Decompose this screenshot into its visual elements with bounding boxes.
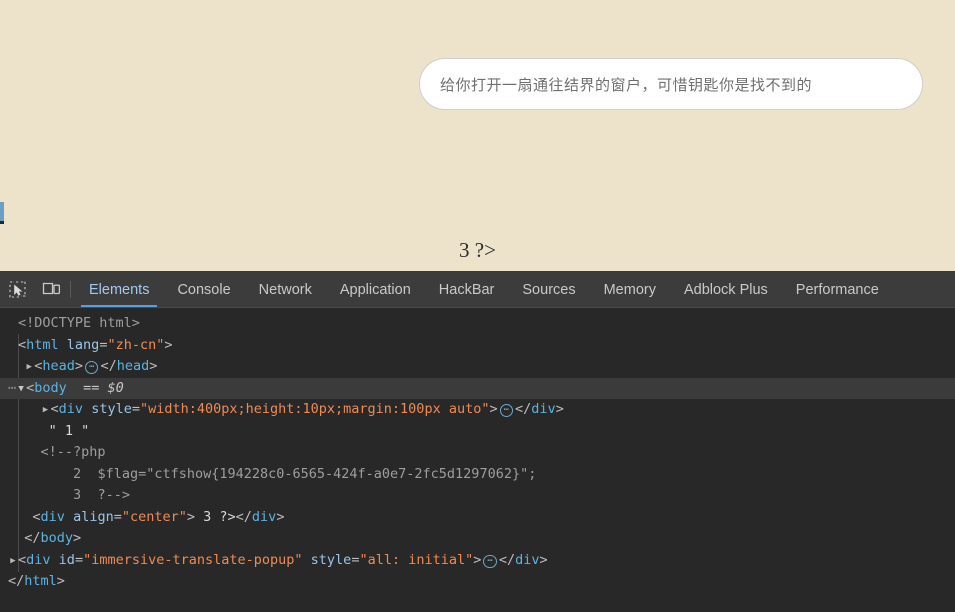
tab-label: Network <box>258 281 312 298</box>
expand-ellipsis-icon[interactable]: ⋯ <box>483 554 497 568</box>
head-tag-name: head <box>42 358 75 374</box>
speech-bubble-text: 给你打开一扇通往结界的窗户，可惜钥匙你是找不到的 <box>440 75 813 94</box>
div-tag-name: div <box>40 508 65 525</box>
popup-id-attr: id <box>58 551 75 568</box>
tab-label: Performance <box>795 281 879 298</box>
comment-flag-code: $flag="ctfshow{194228c0-6565-424f-a0e7-2… <box>97 465 537 482</box>
doctype-text: <!DOCTYPE html> <box>18 315 140 331</box>
comment-open-text: <!--?php <box>40 444 106 460</box>
comment-close-text: ?--> <box>97 487 130 503</box>
tab-sources[interactable]: Sources <box>508 272 589 307</box>
dom-node-html-close[interactable]: </html> <box>0 571 955 593</box>
device-toolbar-icon[interactable] <box>34 272 68 307</box>
dom-node-comment-line1[interactable]: <!--?php <box>0 442 955 464</box>
tab-console[interactable]: Console <box>163 272 244 307</box>
comment-line-number: 3 <box>73 487 82 503</box>
popup-style-value: "all: initial" <box>359 551 474 568</box>
dom-node-comment-line2[interactable]: 2 $flag="ctfshow{194228c0-6565-424f-a0e7… <box>0 464 955 486</box>
body-close-tag-name: body <box>40 530 74 546</box>
div-align-attr: align <box>73 508 114 525</box>
body-tag-name: body <box>34 379 67 396</box>
popup-style-attr: style <box>310 551 352 568</box>
speech-bubble: 给你打开一扇通往结界的窗户，可惜钥匙你是找不到的 <box>419 58 923 110</box>
dom-node-text[interactable]: " 1 " <box>0 421 955 443</box>
head-close-tag-name: head <box>116 358 150 374</box>
dom-tree[interactable]: <!DOCTYPE html> <html lang="zh-cn"> ▶ <he… <box>0 308 955 612</box>
dom-node-body[interactable]: ⋯ ▼ <body == $0 <box>0 377 955 399</box>
body-selected-marker: == $0 <box>83 379 124 396</box>
tab-hackbar[interactable]: HackBar <box>425 272 509 307</box>
tab-label: Adblock Plus <box>683 281 768 298</box>
text-node-value: " 1 " <box>48 422 90 439</box>
div-style-attr: style <box>91 401 132 417</box>
page-viewport: 给你打开一扇通往结界的窗户，可惜钥匙你是找不到的 3 ?> <box>0 0 955 271</box>
div-close-tag-name: div <box>251 508 277 525</box>
page-center-php-text: 3 ?> <box>459 238 496 262</box>
tab-label: Sources <box>522 281 576 298</box>
popup-id-value: "immersive-translate-popup" <box>83 551 303 568</box>
html-lang-value: "zh-cn" <box>107 336 165 353</box>
dom-node-comment-line3[interactable]: 3 ?--> <box>0 485 955 507</box>
dom-node-translate-popup[interactable]: ▶ <div id="immersive-translate-popup" sty… <box>0 550 955 572</box>
div-close-tag-name: div <box>515 551 540 568</box>
tab-network[interactable]: Network <box>245 272 326 307</box>
html-lang-attr: lang <box>66 336 100 353</box>
expand-ellipsis-icon[interactable]: ⋯ <box>499 404 514 417</box>
tab-adblock-plus[interactable]: Adblock Plus <box>670 272 782 307</box>
devtools-panel: Elements Console Network Application Hac… <box>0 271 955 612</box>
div-close-tag-name: div <box>531 401 556 417</box>
tab-label: Application <box>339 281 411 298</box>
dom-node-div-style[interactable]: ▶ <div style="width:400px;height:10px;mar… <box>0 399 955 421</box>
tab-label: HackBar <box>438 281 495 298</box>
dom-node-doctype[interactable]: <!DOCTYPE html> <box>0 313 955 335</box>
inspect-element-icon[interactable] <box>0 272 34 307</box>
toolbar-separator <box>70 281 71 298</box>
comment-line-number: 2 <box>73 465 82 482</box>
dom-node-div-center[interactable]: <div align="center"> 3 ?></div> <box>0 507 955 529</box>
devtools-toolbar: Elements Console Network Application Hac… <box>0 272 955 308</box>
div-center-content: 3 ?> <box>195 508 236 525</box>
tab-memory[interactable]: Memory <box>590 272 670 307</box>
tab-label: Memory <box>603 281 656 298</box>
tab-label: Console <box>177 281 231 298</box>
tab-label: Elements <box>89 281 150 298</box>
div-tag-name: div <box>58 401 84 417</box>
expand-ellipsis-icon[interactable]: ⋯ <box>85 361 99 374</box>
html-tag-name: html <box>26 336 59 353</box>
html-close-tag-name: html <box>24 573 57 589</box>
page-left-edge-indicator <box>0 202 4 224</box>
dom-node-html[interactable]: <html lang="zh-cn"> <box>0 335 955 357</box>
dom-node-head[interactable]: ▶ <head> ⋯ </head> <box>0 356 955 378</box>
dom-node-body-close[interactable]: </body> <box>0 528 955 550</box>
div-style-value: "width:400px;height:10px;margin:100px au… <box>139 401 490 417</box>
tab-performance[interactable]: Performance <box>782 272 893 307</box>
div-tag-name: div <box>26 551 51 568</box>
tab-application[interactable]: Application <box>326 272 425 307</box>
tab-elements[interactable]: Elements <box>75 272 163 307</box>
div-align-value: "center" <box>121 508 187 525</box>
